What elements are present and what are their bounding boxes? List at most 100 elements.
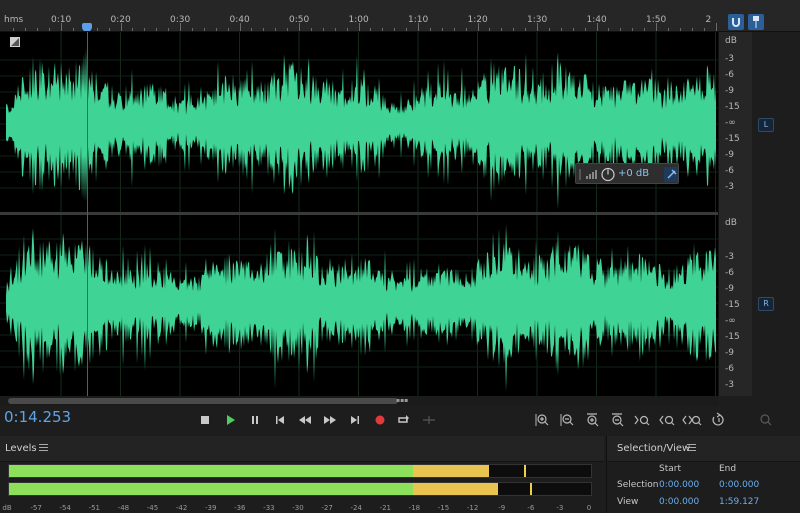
- level-tick-label: -42: [175, 504, 188, 512]
- pin-marker-button[interactable]: [748, 14, 764, 30]
- gain-value[interactable]: +0 dB: [618, 168, 649, 179]
- scrollbar-thumb[interactable]: [8, 398, 398, 404]
- ruler-minor-tick: [429, 28, 431, 31]
- play-icon: [227, 415, 235, 425]
- levels-menu-icon[interactable]: [39, 444, 48, 451]
- level-tick-label: -18: [408, 504, 421, 512]
- play-button[interactable]: [221, 411, 239, 429]
- loop-button[interactable]: [395, 411, 413, 429]
- fast-forward-button[interactable]: [321, 411, 339, 429]
- ruler-minor-tick: [156, 28, 158, 31]
- level-tick-label: -24: [350, 504, 362, 512]
- pin-icon: [753, 16, 759, 28]
- selection-view-header: Selection/View: [607, 436, 800, 462]
- skip-selection-button[interactable]: [420, 411, 438, 429]
- selection-end-field[interactable]: 0:00.000: [719, 480, 759, 490]
- ruler-minor-tick: [37, 28, 39, 31]
- db-scale-label-right: -3: [725, 380, 734, 390]
- horizontal-scrollbar[interactable]: ▪▪▪: [0, 396, 718, 406]
- ruler-major-tick: [358, 23, 360, 31]
- ruler-tick-label: 2: [705, 15, 712, 25]
- ruler-minor-tick: [72, 28, 74, 31]
- record-button[interactable]: [371, 411, 389, 429]
- zoom-out-time-button[interactable]: [607, 411, 627, 429]
- ruler-minor-tick: [132, 28, 134, 31]
- rewind-button[interactable]: [296, 411, 314, 429]
- gain-knob-icon[interactable]: [601, 167, 615, 182]
- ruler-minor-tick: [548, 28, 550, 31]
- level-tick-label: -30: [292, 504, 304, 512]
- ruler-minor-tick: [691, 28, 693, 31]
- level-tick-label: -57: [30, 504, 42, 512]
- ruler-major-tick: [418, 23, 419, 31]
- db-scale-label-left: -3: [725, 54, 734, 64]
- zoom-left-icon: [659, 415, 675, 426]
- ruler-minor-tick: [168, 28, 170, 31]
- ruler-minor-tick: [227, 28, 229, 31]
- db-scale-label-right: -15: [725, 300, 740, 310]
- db-scale-label-right: -9: [725, 348, 734, 358]
- level-meter-right: [8, 482, 592, 496]
- ruler-minor-tick: [108, 28, 110, 31]
- zoom-in-time-button[interactable]: [582, 411, 602, 429]
- meter-right-yellow: [413, 483, 498, 495]
- time-ruler[interactable]: hms 0:10 0:20 0:30 0:40 0:50 1:00 1:10 1:20 1:30…: [0, 0, 724, 32]
- selection-view-menu-icon[interactable]: [687, 444, 696, 451]
- zoom-in-amplitude-button[interactable]: [532, 411, 552, 429]
- go-to-end-button[interactable]: [346, 411, 364, 429]
- level-tick-label: -6: [527, 504, 535, 512]
- view-start-field[interactable]: 0:00.000: [659, 497, 699, 507]
- view-end-field[interactable]: 1:59.127: [719, 497, 759, 507]
- scroll-grip-icon: ▪▪▪: [396, 397, 409, 404]
- level-tick-label: -27: [321, 504, 333, 512]
- zoom-reset-icon: [760, 414, 772, 426]
- zoom-full-icon: [682, 415, 702, 426]
- db-scale-label-right: -6: [725, 364, 734, 374]
- levels-header: Levels: [0, 436, 604, 462]
- selection-start-field[interactable]: 0:00.000: [659, 480, 699, 490]
- go-to-start-button[interactable]: [271, 411, 289, 429]
- zoom-out-full-button[interactable]: [682, 411, 702, 429]
- ruler-minor-tick: [382, 28, 384, 31]
- ruler-minor-tick: [632, 28, 634, 31]
- ruler-major-tick: [120, 23, 122, 31]
- pause-button[interactable]: [246, 411, 264, 429]
- level-tick-label: -36: [234, 504, 246, 512]
- meter-right-green: [9, 483, 414, 495]
- current-time-display[interactable]: 0:14.253: [4, 408, 71, 426]
- ruler-minor-tick: [334, 28, 336, 31]
- ruler-major-tick: [299, 23, 300, 31]
- ruler-minor-tick: [25, 28, 27, 31]
- ruler-major-tick: [239, 23, 241, 31]
- playhead-line: [87, 32, 88, 396]
- ruler-tools: [724, 0, 800, 32]
- ruler-minor-tick: [144, 28, 146, 31]
- level-tick-label: 0: [586, 504, 592, 512]
- zoom-selection-icon: [634, 415, 650, 426]
- zoom-left-button[interactable]: [657, 411, 677, 429]
- ruler-minor-tick: [465, 28, 467, 31]
- zoom-to-playhead-button[interactable]: [709, 411, 729, 429]
- db-unit-bottom: dB: [725, 218, 737, 228]
- zoom-out-amplitude-button[interactable]: [557, 411, 577, 429]
- playhead-handle[interactable]: [82, 23, 92, 31]
- magnet-snap-button[interactable]: [728, 14, 744, 30]
- db-scale-label-right: -∞: [725, 316, 736, 326]
- left-channel-badge[interactable]: L: [758, 118, 774, 132]
- zoom-to-selection-button[interactable]: [632, 411, 652, 429]
- ruler-minor-tick: [525, 28, 527, 31]
- ruler-minor-tick: [644, 28, 646, 31]
- ruler-minor-tick: [263, 28, 265, 31]
- vertical-scrollbar[interactable]: [780, 32, 800, 396]
- gain-hud[interactable]: +0 dB: [575, 163, 679, 184]
- waveform-display[interactable]: [0, 32, 718, 396]
- ruler-minor-tick: [608, 28, 610, 31]
- stop-button[interactable]: [196, 411, 214, 429]
- pin-hud-icon[interactable]: [664, 167, 678, 182]
- skip-back-icon: [276, 416, 284, 424]
- db-scale-label-left: -9: [725, 150, 734, 160]
- right-channel-badge[interactable]: R: [758, 297, 774, 311]
- channel-bar: L R: [752, 32, 780, 396]
- zoom-reset-button[interactable]: [756, 411, 776, 429]
- ruler-minor-tick: [322, 28, 324, 31]
